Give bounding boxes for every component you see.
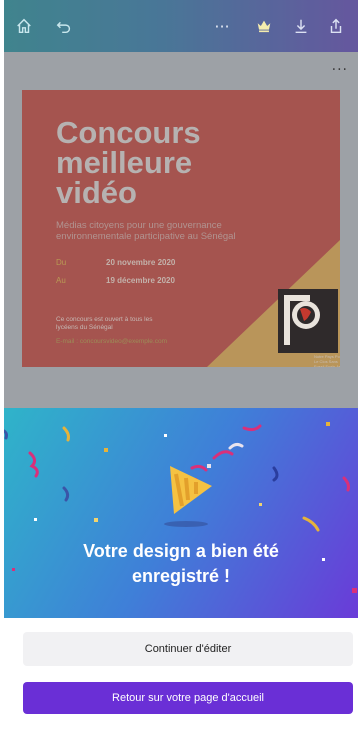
- crown-icon[interactable]: [252, 14, 276, 38]
- share-icon[interactable]: [324, 14, 348, 38]
- success-panel: Votre design a bien été enregistré !: [4, 408, 358, 618]
- app-frame: ··· ··· Concours meilleure vidéo Médias …: [4, 0, 358, 733]
- editor-canvas: ··· Concours meilleure vidéo Médias cito…: [4, 52, 358, 408]
- continue-editing-button[interactable]: Continuer d'éditer: [23, 632, 353, 666]
- card-subtitle: Médias citoyens pour une gouvernance env…: [56, 220, 236, 242]
- design-card: Concours meilleure vidéo Médias citoyens…: [22, 90, 340, 367]
- top-toolbar: ···: [4, 0, 358, 52]
- action-area: Continuer d'éditer Retour sur votre page…: [4, 618, 358, 733]
- party-popper-icon: [152, 460, 220, 530]
- card-email: E-mail : concoursvideo@exemple.com: [56, 338, 168, 345]
- more-icon[interactable]: ···: [210, 14, 234, 38]
- more-label: ···: [214, 16, 230, 36]
- success-title: Votre design a bien été enregistré !: [83, 541, 279, 586]
- download-icon[interactable]: [289, 14, 313, 38]
- card-title: Concours meilleure vidéo: [56, 115, 201, 210]
- undo-icon[interactable]: [52, 14, 76, 38]
- card-date-from: Du 20 novembre 2020: [56, 258, 176, 267]
- logo-caption: Notre Pays Pour Le Clos Sans Fossil Fuel…: [314, 354, 340, 367]
- card-date-to: Au 19 décembre 2020: [56, 276, 175, 285]
- page-options-icon[interactable]: ···: [332, 62, 348, 78]
- card-note: Ce concours est ouvert à tous les lycéen…: [56, 316, 153, 331]
- logo-image: [278, 289, 338, 353]
- home-icon[interactable]: [12, 14, 36, 38]
- back-to-home-button[interactable]: Retour sur votre page d'accueil: [23, 682, 353, 714]
